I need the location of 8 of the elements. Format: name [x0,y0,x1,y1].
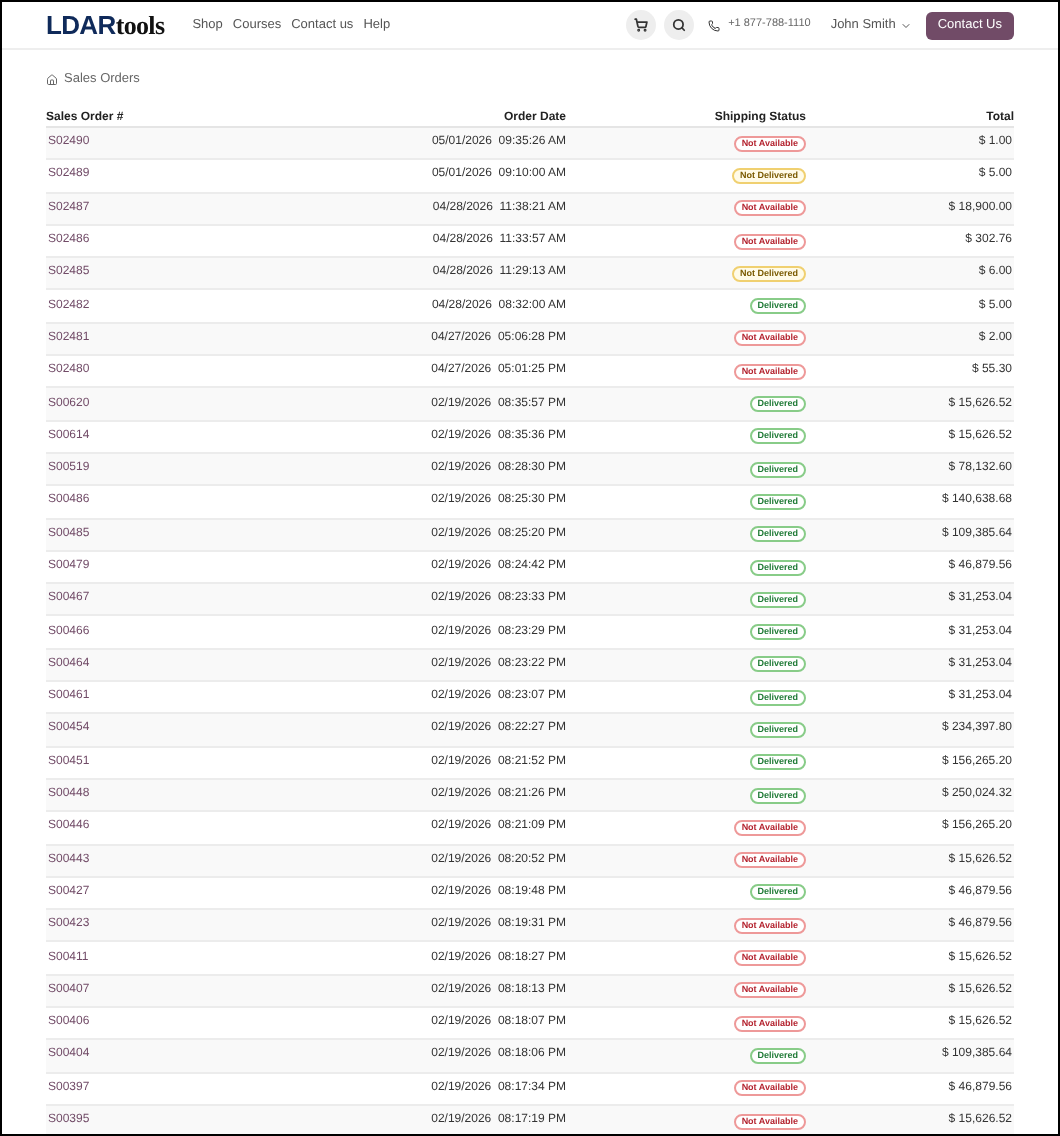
search-icon [672,18,687,32]
phone-icon [708,19,721,31]
caret-icon [899,19,912,31]
search-button[interactable] [664,10,695,40]
cart-button[interactable] [626,10,657,40]
home-icon[interactable] [46,74,58,86]
cart-icon [634,18,649,32]
logo[interactable]: LDARtools [46,12,165,38]
